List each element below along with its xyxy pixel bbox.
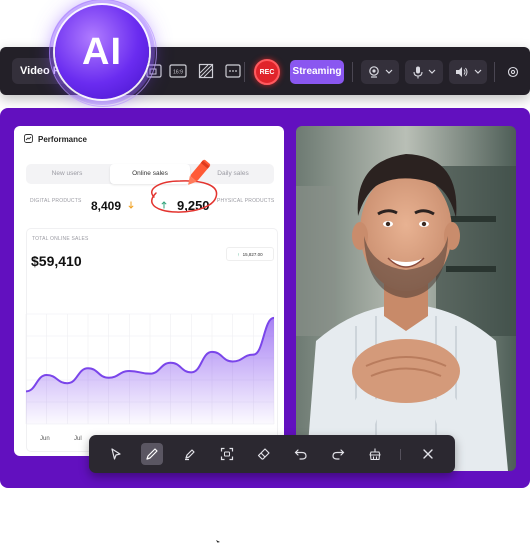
close-annotation-button[interactable] xyxy=(417,443,439,465)
streaming-button[interactable]: Streaming xyxy=(290,60,344,84)
online-sales-chart xyxy=(25,313,275,425)
aspect-ratio-icon[interactable]: 16:9 xyxy=(168,61,188,81)
webcam-dropdown[interactable] xyxy=(361,60,399,84)
clear-icon xyxy=(369,448,381,461)
webcam-icon xyxy=(368,66,379,78)
screenshot-icon xyxy=(220,447,234,461)
performance-icon xyxy=(24,134,33,143)
annotation-circle xyxy=(151,180,218,213)
month-label: Jun xyxy=(40,436,50,442)
select-icon xyxy=(111,448,121,460)
redo-button[interactable] xyxy=(327,443,349,465)
chip-value: 15,827.00 xyxy=(242,251,263,257)
toolbar-divider xyxy=(494,62,495,82)
chevron-down-icon xyxy=(385,69,392,74)
sales-chip: ↑ 15,827.00 xyxy=(226,247,274,261)
undo-button[interactable] xyxy=(290,443,312,465)
pen-tool-button[interactable] xyxy=(141,443,163,465)
trend-down-icon xyxy=(128,201,134,209)
close-icon xyxy=(423,449,433,459)
redo-icon xyxy=(332,449,345,460)
digital-products-value: 8,409 xyxy=(91,199,122,213)
select-tool-button[interactable] xyxy=(105,443,127,465)
speaker-dropdown[interactable] xyxy=(449,60,487,84)
total-online-sales-value: $59,410 xyxy=(31,253,82,269)
digital-products-label: DIGITAL PRODUCTS xyxy=(30,198,82,204)
dashboard-title: Performance xyxy=(38,135,87,144)
streaming-label: Streaming xyxy=(292,66,342,77)
annotation-overlay xyxy=(151,159,218,213)
clear-all-button[interactable] xyxy=(364,443,386,465)
highlighter-tool-button[interactable] xyxy=(179,443,201,465)
svg-text:16:9: 16:9 xyxy=(173,70,183,76)
month-label: Jul xyxy=(74,436,82,442)
cursor-mark-icon xyxy=(216,540,220,543)
chip-up-icon: ↑ xyxy=(237,251,240,257)
record-button[interactable]: REC xyxy=(254,59,280,85)
toolbar-divider xyxy=(400,449,401,460)
chevron-down-icon xyxy=(428,69,435,74)
highlighter-icon xyxy=(185,449,195,461)
pen-icon xyxy=(146,448,158,460)
more-options-icon[interactable] xyxy=(223,61,243,81)
ai-badge-label: AI xyxy=(82,30,122,73)
toolbar-divider xyxy=(352,62,353,82)
presenter-image xyxy=(296,126,516,471)
settings-icon xyxy=(507,66,519,78)
ai-badge: AI xyxy=(55,5,149,99)
microphone-icon xyxy=(412,66,423,78)
eraser-icon xyxy=(257,448,270,460)
record-label: REC xyxy=(259,68,275,76)
toolbar-divider xyxy=(244,62,245,82)
annotation-toolbar xyxy=(89,435,455,473)
speaker-icon xyxy=(455,67,467,77)
undo-icon xyxy=(294,449,307,460)
chevron-down-icon xyxy=(474,69,481,74)
screenshot-tool-button[interactable] xyxy=(216,443,238,465)
microphone-dropdown[interactable] xyxy=(405,60,443,84)
background-blur-icon[interactable] xyxy=(196,61,216,81)
tab-new-users[interactable]: New users xyxy=(26,164,108,184)
total-online-sales-label: TOTAL ONLINE SALES xyxy=(32,236,89,242)
eraser-tool-button[interactable] xyxy=(253,443,275,465)
presenter-video xyxy=(296,126,516,471)
settings-button[interactable] xyxy=(503,62,523,82)
